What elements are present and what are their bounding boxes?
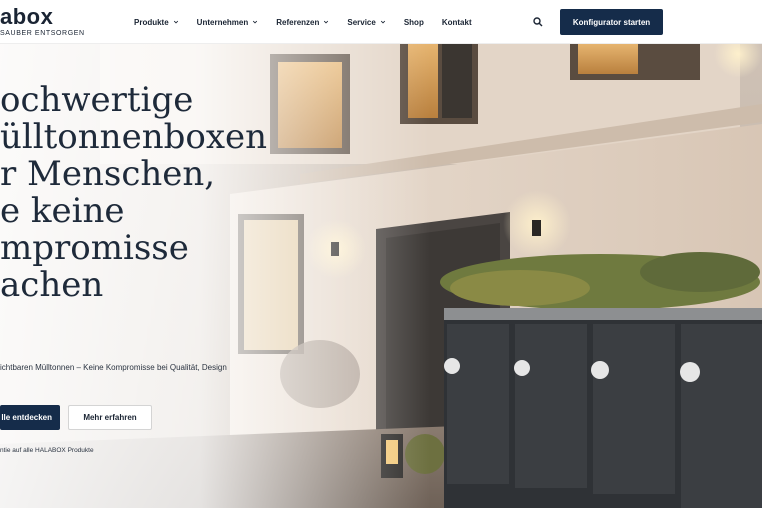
warranty-note: ntie auf alle HALABOX Produkte — [0, 447, 94, 454]
nav-label: Service — [347, 17, 376, 27]
nav-item-unternehmen[interactable]: Unternehmen — [197, 18, 259, 27]
nav-label: Shop — [403, 17, 424, 27]
nav-label: Unternehmen — [196, 17, 249, 27]
logo-text: abox — [0, 4, 54, 29]
nav-label: Kontakt — [441, 17, 472, 27]
nav-item-kontakt[interactable]: Kontakt — [442, 18, 472, 27]
logo-tagline: SAUBER ENTSORGEN — [0, 30, 85, 37]
site-header: abox SAUBER ENTSORGEN Produkte Unternehm… — [0, 0, 762, 44]
nav-label: Referenzen — [276, 17, 320, 27]
chevron-down-icon — [324, 20, 329, 24]
chevron-down-icon — [253, 20, 258, 24]
search-icon[interactable] — [532, 16, 544, 28]
nav-item-service[interactable]: Service — [347, 18, 385, 27]
learn-more-button[interactable]: Mehr erfahren — [68, 405, 152, 430]
nav-label: Produkte — [134, 17, 169, 27]
chevron-down-icon — [173, 20, 178, 24]
configurator-button[interactable]: Konfigurator starten — [560, 9, 663, 35]
nav-item-produkte[interactable]: Produkte — [134, 18, 179, 27]
hero-headline: ochwertige ülltonnenboxen r Menschen, e … — [0, 80, 268, 305]
main-nav: Produkte Unternehmen Referenzen Service … — [134, 0, 472, 44]
nav-item-shop[interactable]: Shop — [404, 18, 424, 27]
nav-item-referenzen[interactable]: Referenzen — [276, 18, 329, 27]
chevron-down-icon — [380, 20, 385, 24]
logo[interactable]: abox SAUBER ENTSORGEN — [0, 4, 85, 38]
hero-subline: ichtbaren Mülltonnen – Keine Kompromisse… — [0, 363, 227, 372]
discover-products-button[interactable]: lle entdecken — [0, 405, 60, 430]
